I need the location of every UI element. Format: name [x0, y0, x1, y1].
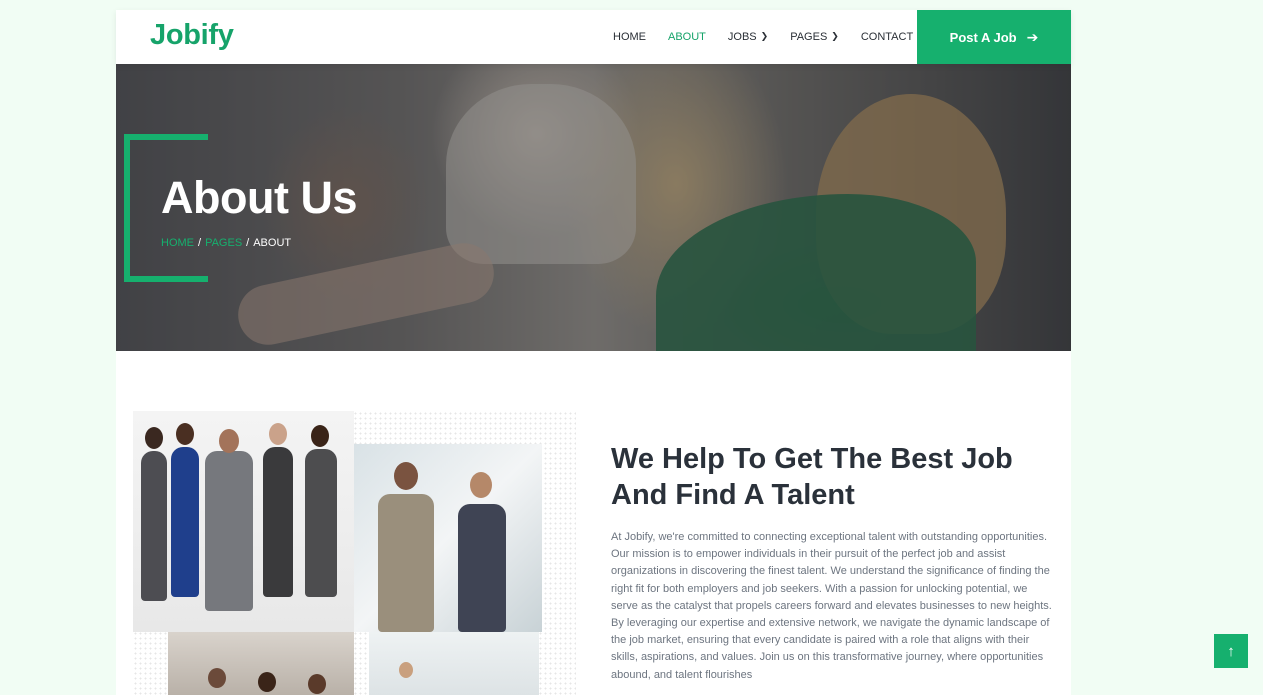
nav-item-label: JOBS	[727, 31, 757, 43]
arrow-right-icon: ➔	[1026, 28, 1039, 45]
nav-item-pages[interactable]: PAGES ❯	[790, 30, 839, 44]
breadcrumb-pages-link[interactable]: PAGES	[205, 237, 242, 249]
post-job-button[interactable]: Post A Job ➔	[917, 10, 1071, 64]
breadcrumb-separator: /	[198, 237, 202, 249]
nav-item-about[interactable]: ABOUT	[668, 31, 706, 43]
chevron-down-icon: ❯	[760, 30, 769, 41]
meeting-photo	[354, 444, 542, 632]
nav-item-label: PAGES	[790, 31, 828, 43]
celebration-photo	[168, 632, 354, 695]
nav-item-jobs[interactable]: JOBS ❯	[727, 30, 769, 44]
navbar: Jobify HOME ABOUT JOBS ❯ PAGES ❯ CONTACT P…	[116, 10, 1071, 64]
nav-item-label: CONTACT	[860, 31, 914, 43]
breadcrumb-separator: /	[246, 237, 250, 249]
hero-banner: About Us HOME / PAGES / ABOUT	[116, 64, 1071, 351]
breadcrumb: HOME / PAGES / ABOUT	[161, 237, 291, 249]
arrow-up-icon: ↑	[1227, 642, 1235, 660]
nav-item-label: HOME	[613, 31, 646, 43]
nav-item-home[interactable]: HOME	[613, 31, 646, 43]
brand-logo[interactable]: Jobify	[150, 19, 234, 52]
about-description: At Jobify, we're committed to connecting…	[611, 531, 1052, 681]
nav-item-label: ABOUT	[668, 31, 706, 43]
nav-menu: HOME ABOUT JOBS ❯ PAGES ❯ CONTACT	[613, 10, 935, 64]
nav-item-contact[interactable]: CONTACT	[861, 31, 913, 43]
office-photo	[369, 632, 539, 695]
chevron-down-icon: ❯	[831, 30, 839, 41]
scroll-to-top-button[interactable]: ↑	[1214, 634, 1248, 668]
breadcrumb-current: ABOUT	[253, 237, 292, 249]
about-image-grid	[133, 411, 576, 695]
team-photo	[133, 411, 354, 632]
breadcrumb-home-link[interactable]: HOME	[161, 237, 194, 249]
page-title: About Us	[161, 172, 357, 223]
post-job-label: Post A Job	[949, 29, 1017, 45]
about-heading: We Help To Get The Best Job And Find A T…	[611, 443, 1013, 511]
